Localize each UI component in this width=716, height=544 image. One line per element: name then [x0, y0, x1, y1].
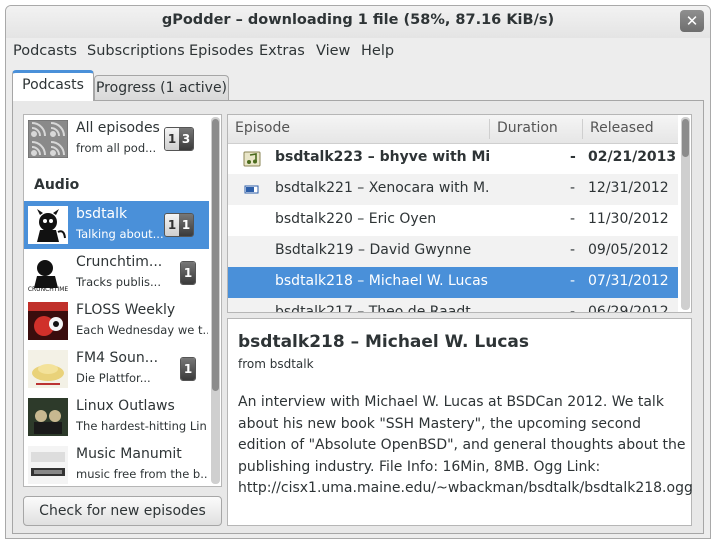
episode-released: 06/29/2012 [588, 304, 669, 313]
app-window: gPodder – downloading 1 file (58%, 87.16… [5, 5, 711, 539]
menu-extras[interactable]: Extras [259, 43, 305, 59]
episode-duration: - [570, 242, 576, 258]
music-manumit-cover-icon [28, 446, 68, 484]
episode-count-badge: 1 1 [164, 213, 194, 237]
crunchtime-cover-icon: CRUNCHTIME [28, 254, 68, 292]
scrollbar-thumb[interactable] [212, 119, 219, 391]
episode-duration: - [570, 149, 576, 165]
episode-title: bsdtalk217 – Theo de Raadt [275, 304, 471, 313]
detail-podcast: from bsdtalk [238, 357, 314, 371]
episode-row[interactable]: bsdtalk221 – Xenocara with M... - 12/31/… [228, 174, 678, 205]
episode-duration: - [570, 211, 576, 227]
podcast-name: bsdtalk [76, 206, 128, 222]
menu-bar: Podcasts Subscriptions Episodes Extras V… [6, 38, 710, 66]
episode-released: 02/21/2013 [588, 149, 677, 165]
episode-duration: - [570, 304, 576, 313]
podcast-description: The hardest-hitting Lin... [76, 419, 208, 433]
window-title: gPodder – downloading 1 file (58%, 87.16… [161, 12, 555, 28]
podcast-item-floss-weekly[interactable]: FLOSS Weekly Each Wednesday we t... [24, 297, 209, 345]
tab-podcasts[interactable]: Podcasts [12, 70, 94, 101]
episode-detail-pane: bsdtalk218 – Michael W. Lucas from bsdta… [227, 318, 693, 526]
detail-title: bsdtalk218 – Michael W. Lucas [238, 332, 530, 352]
downloading-icon [244, 185, 259, 194]
detail-description: An interview with Michael W. Lucas at BS… [238, 394, 693, 496]
title-bar[interactable]: gPodder – downloading 1 file (58%, 87.16… [6, 6, 710, 38]
section-label-audio: Audio [34, 177, 80, 193]
episode-count-badge: 1 3 [164, 127, 194, 151]
episode-title: Bsdtalk219 – David Gwynne [275, 242, 472, 258]
downloaded-count: 1 [181, 262, 195, 284]
tab-progress[interactable]: Progress (1 active) [94, 75, 229, 101]
podcast-name: FM4 Soun... [76, 350, 159, 366]
downloaded-count: 3 [179, 128, 193, 150]
new-count: 1 [165, 214, 179, 236]
podcast-item-crunchtime[interactable]: CRUNCHTIME Crunchtim... Tracks publis...… [24, 249, 209, 297]
music-note-icon [243, 151, 261, 167]
episode-row[interactable]: bsdtalk217 – Theo de Raadt - 06/29/2012 [228, 298, 678, 313]
episode-row[interactable]: bsdtalk223 – bhyve with Mi... - 02/21/20… [228, 143, 678, 174]
episode-count-badge: 1 [180, 261, 196, 285]
bsdtalk-cover-icon [28, 206, 68, 244]
close-icon: ✕ [685, 12, 699, 30]
menu-view[interactable]: View [316, 43, 350, 59]
podcast-item-linux-outlaws[interactable]: Linux Outlaws The hardest-hitting Lin... [24, 393, 209, 441]
episode-row-selected[interactable]: bsdtalk218 – Michael W. Lucas - 07/31/20… [228, 267, 678, 298]
episode-title: bsdtalk218 – Michael W. Lucas [275, 273, 488, 289]
podcast-name: Linux Outlaws [76, 398, 175, 414]
podcast-item-music-manumit[interactable]: Music Manumit music free from the b... [24, 441, 209, 486]
podcast-description: Each Wednesday we t... [76, 323, 208, 337]
episode-title: bsdtalk223 – bhyve with Mi... [275, 149, 490, 165]
close-button[interactable]: ✕ [680, 10, 704, 32]
episode-title: bsdtalk220 – Eric Oyen [275, 211, 437, 227]
column-duration[interactable]: Duration [497, 120, 558, 136]
episode-row[interactable]: bsdtalk220 – Eric Oyen - 11/30/2012 [228, 205, 678, 236]
episode-list-scrollbar[interactable] [681, 117, 690, 310]
episode-title: bsdtalk221 – Xenocara with M... [275, 180, 490, 196]
menu-subscriptions[interactable]: Subscriptions [87, 43, 185, 59]
podcast-name: All episodes [76, 120, 160, 136]
menu-podcasts[interactable]: Podcasts [13, 43, 77, 59]
podcast-list[interactable]: All episodes from all pod... 1 3 Audio b… [23, 114, 222, 487]
podcast-name: Crunchtim... [76, 254, 163, 270]
episode-list-header: Episode Duration Released [228, 115, 678, 144]
podcast-item-fm4[interactable]: FM4 Soun... Die Plattfor... 1 [24, 345, 209, 393]
episode-duration: - [570, 180, 576, 196]
scrollbar-thumb[interactable] [682, 119, 689, 157]
episode-count-badge: 1 [180, 357, 196, 381]
column-episode[interactable]: Episode [235, 120, 290, 136]
menu-help[interactable]: Help [361, 43, 394, 59]
episode-released: 11/30/2012 [588, 211, 669, 227]
downloaded-count: 1 [179, 214, 193, 236]
episode-released: 07/31/2012 [588, 273, 669, 289]
fm4-cover-icon [28, 350, 68, 388]
podcast-name: FLOSS Weekly [76, 302, 176, 318]
svg-text:CRUNCHTIME: CRUNCHTIME [28, 286, 68, 292]
episode-released: 12/31/2012 [588, 180, 669, 196]
column-released[interactable]: Released [590, 120, 654, 136]
podcast-name: Music Manumit [76, 446, 182, 462]
podcast-all-episodes[interactable]: All episodes from all pod... 1 3 [24, 115, 209, 163]
new-count: 1 [165, 128, 179, 150]
check-new-episodes-button[interactable]: Check for new episodes [23, 496, 222, 526]
linux-outlaws-cover-icon [28, 398, 68, 436]
floss-weekly-cover-icon [28, 302, 68, 340]
episode-duration: - [570, 273, 576, 289]
all-episodes-icon [28, 120, 68, 158]
podcast-description: music free from the b... [76, 467, 208, 481]
episode-released: 09/05/2012 [588, 242, 669, 258]
episode-list[interactable]: Episode Duration Released bsdtalk223 – b… [227, 114, 692, 313]
podcast-item-bsdtalk[interactable]: bsdtalk Talking about... 1 1 [24, 201, 209, 249]
episode-row[interactable]: Bsdtalk219 – David Gwynne - 09/05/2012 [228, 236, 678, 267]
downloaded-count: 1 [181, 358, 195, 380]
podcast-list-scrollbar[interactable] [211, 117, 220, 484]
menu-episodes[interactable]: Episodes [189, 43, 254, 59]
